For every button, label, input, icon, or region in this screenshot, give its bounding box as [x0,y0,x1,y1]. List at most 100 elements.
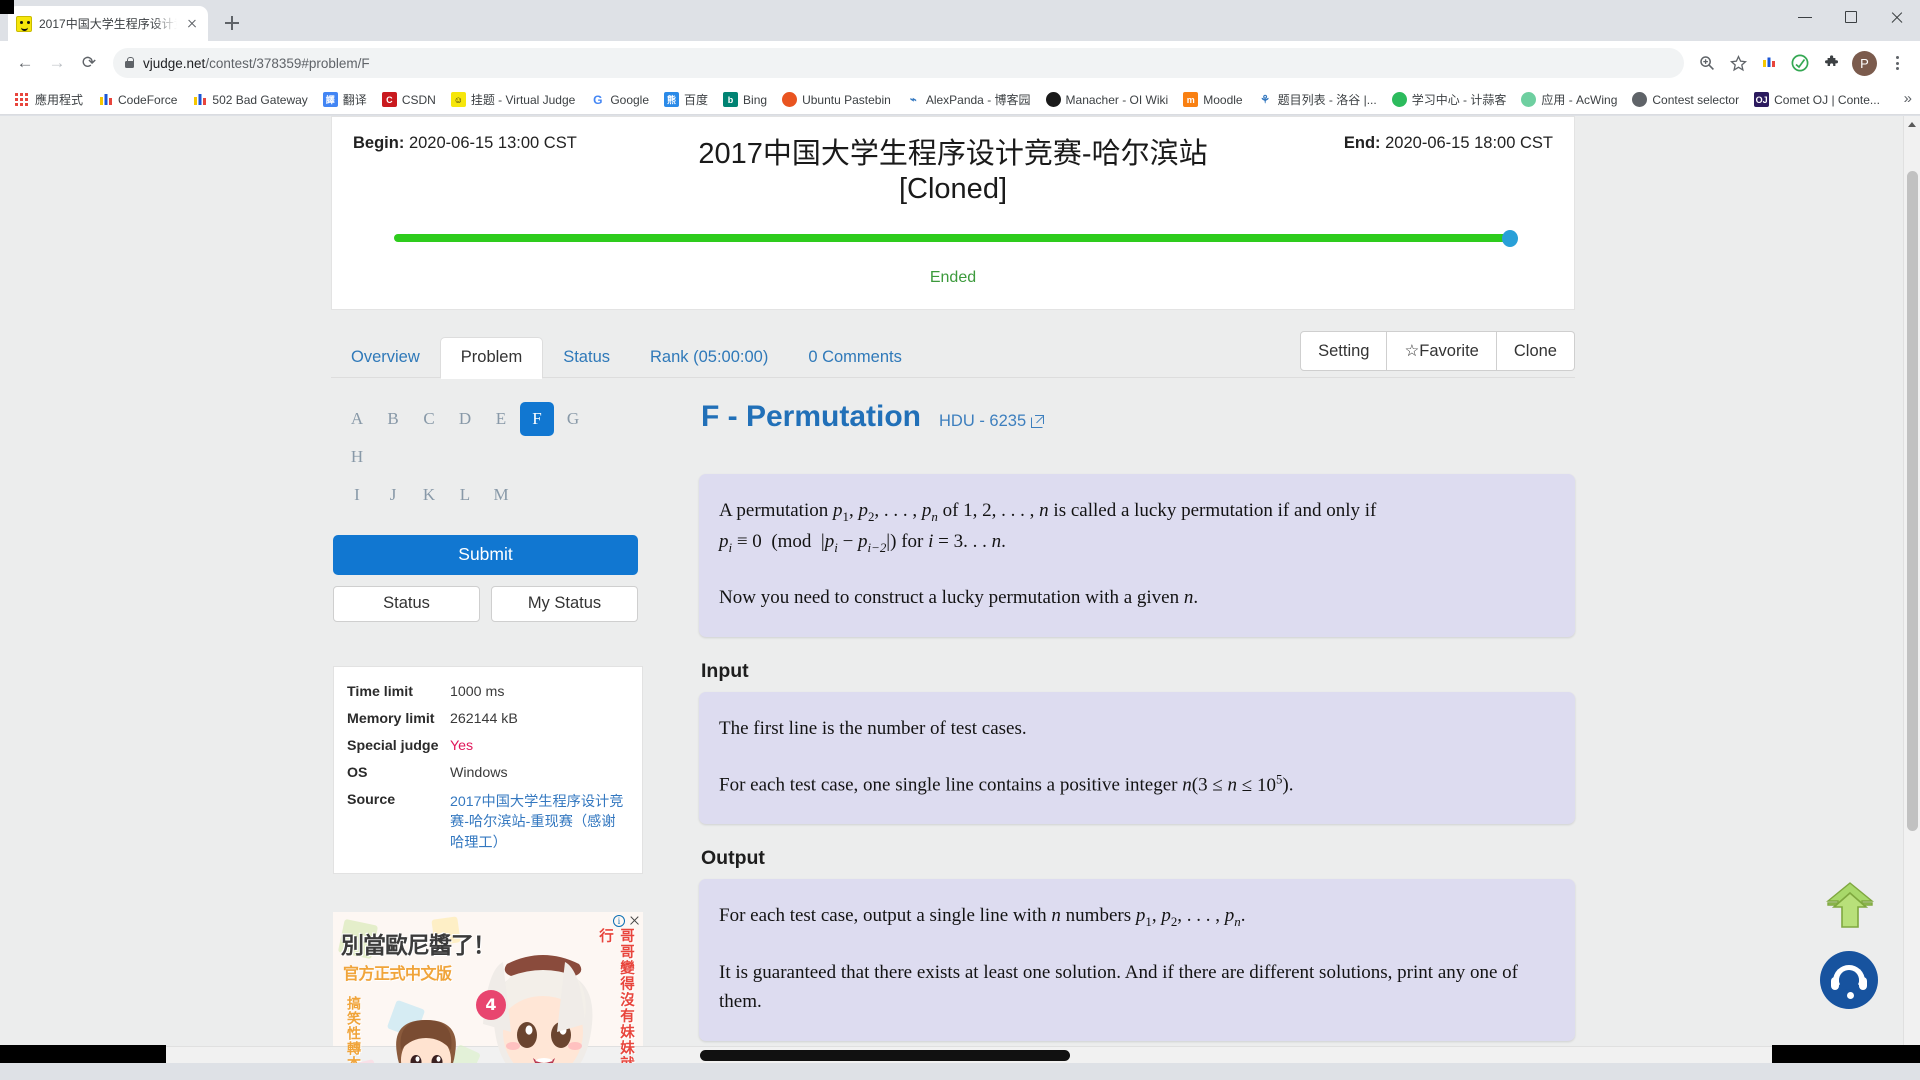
window-controls [1782,0,1920,34]
submit-button[interactable]: Submit [333,534,638,575]
zoom-icon[interactable] [1693,49,1721,77]
bookmark-star-icon[interactable] [1724,49,1752,77]
browser-menu-button[interactable] [1884,50,1910,76]
horizontal-scrollbar-thumb[interactable] [700,1050,1070,1061]
bookmark-item[interactable]: C CSDN [376,89,442,110]
problem-letter-H[interactable]: H [340,440,374,474]
vertical-scrollbar[interactable] [1903,116,1920,1063]
bookmark-item[interactable]: ☺ 挂题 - Virtual Judge [445,88,582,111]
bookmark-label: Bing [743,92,768,107]
bookmark-label: CodeForce [118,92,178,107]
bookmark-favicon-icon [1391,92,1407,107]
problem-letter-B[interactable]: B [376,402,410,436]
bookmark-item[interactable]: Manacher - OI Wiki [1040,89,1175,110]
my-status-button[interactable]: My Status [491,585,638,622]
bookmark-item[interactable]: 熊百度 [658,88,714,111]
vertical-scrollbar-thumb[interactable] [1907,171,1918,831]
window-minimize-button[interactable] [1782,0,1828,34]
bookmark-item[interactable]: OJ Comet OJ | Conte... [1748,89,1886,110]
problem-letter-A[interactable]: A [340,402,374,436]
bookmark-item[interactable]: 502 Bad Gateway [186,89,313,110]
begin-label: Begin: [353,134,405,152]
problem-letter-L[interactable]: L [448,478,482,512]
ad-close-icon[interactable] [629,915,640,926]
ad-volume-badge: 4 [476,989,506,1020]
output-paragraph-1: For each test case, output a single line… [719,905,1246,929]
favorite-button[interactable]: ☆Favorite [1387,330,1497,372]
contest-tab-problem[interactable]: Problem [439,337,544,379]
problem-info-row: Source 2017中国大学生程序设计竞赛-哈尔滨站-重现赛（感谢哈理工） [347,787,629,860]
bookmarks-overflow-button[interactable]: » [1904,90,1912,107]
new-tab-button[interactable] [218,9,246,37]
problem-info-row: Time limit 1000 ms [347,679,629,706]
problem-letter-G[interactable]: G [556,402,590,436]
advertisement[interactable]: i 別當歐尼醬了！ 官方正式中文版 搞笑性轉本第4 哥哥變得沒有妹妹就不行 4 [333,911,643,1063]
bookmark-item[interactable]: m Moodle [1177,89,1248,110]
bookmark-favicon-icon: ☺ [450,92,466,107]
contest-tab-0[interactable]: 0 Comments [788,338,922,378]
browser-tab[interactable]: 2017中国大学生程序设计竞赛-哈 [8,6,208,41]
customer-support-button[interactable] [1820,951,1878,1009]
clone-button[interactable]: Clone [1496,330,1575,372]
bookmark-item[interactable]: Contest selector [1626,89,1745,110]
horizontal-scrollbar[interactable] [0,1046,1920,1063]
contest-begin-time: Begin: 2020-06-15 13:00 CST [353,134,577,153]
problem-letter-E[interactable]: E [484,402,518,436]
ad-info-icon[interactable]: i [613,914,625,927]
back-button[interactable]: ← [10,48,40,78]
reload-button[interactable]: ⟳ [74,48,104,78]
status-button[interactable]: Status [333,585,480,622]
bookmark-favicon-icon: m [1183,92,1199,107]
problem-letter-I[interactable]: I [340,478,374,512]
bookmark-item[interactable]: Ubuntu Pastebin [776,89,897,110]
contest-nav-row: Overview Problem Status Rank (05:00:00) 0 Co… [331,330,1575,379]
profile-avatar[interactable]: P [1852,50,1877,76]
window-maximize-button[interactable] [1828,0,1874,34]
bookmark-item[interactable]: 应用 - AcWing [1515,88,1623,111]
scroll-to-top-button[interactable] [1822,879,1878,935]
problem-letter-K[interactable]: K [412,478,446,512]
scroll-to-top-icon [1826,882,1874,928]
problem-info-value: Yes [450,737,474,754]
problem-letter-C[interactable]: C [412,402,446,436]
bookmarks-bar: 應用程式 CodeForce 502 Bad Gateway 譯翻译 C CSDN ☺ 挂题 … [0,85,1920,115]
bookmark-favicon-icon: ⌁ [910,94,917,106]
problem-info-key: Time limit [347,683,413,700]
bookmark-label: 挂题 - Virtual Judge [470,93,576,107]
contest-tab-rank[interactable]: Rank (05:00:00) [630,338,788,378]
extensions-puzzle-icon[interactable] [1817,49,1845,77]
problem-source-link[interactable]: HDU - 6235 [939,411,1045,431]
address-bar[interactable]: vjudge.net/contest/378359#problem/F [113,48,1684,78]
bookmark-item[interactable]: 譯翻译 [317,88,373,111]
setting-button[interactable]: Setting [1300,330,1388,372]
bookmark-item[interactable]: b Bing [717,89,773,110]
problem-info-key: Source [347,791,396,808]
problem-letter-J[interactable]: J [376,478,410,512]
bookmark-label: Google [610,92,650,107]
bookmark-favicon-icon: C [381,92,397,107]
scroll-up-arrow[interactable] [1908,122,1916,127]
problem-info-value[interactable]: 2017中国大学生程序设计竞赛-哈尔滨站-重现赛（感谢哈理工） [450,787,629,860]
window-close-button[interactable] [1874,0,1920,34]
extension-green-icon[interactable] [1786,49,1814,77]
bookmark-item[interactable]: CodeForce [92,89,183,110]
bookmark-item[interactable]: ⚘ 题目列表 - 洛谷 |... [1252,88,1383,111]
problem-letter-F[interactable]: F [520,401,554,436]
bookmark-item[interactable]: 應用程式 [9,88,89,111]
problem-letter-D[interactable]: D [448,402,482,436]
contest-tab-overview[interactable]: Overview [331,338,440,378]
begin-value: 2020-06-15 13:00 CST [408,134,577,152]
forward-button[interactable]: → [42,48,72,78]
bookmark-favicon-icon: b [723,92,739,107]
bookmark-item[interactable]: 学习中心 - 计蒜客 [1386,88,1513,111]
problem-sidebar: ABCDEFG HIJKLM Submit Status My Status Ti… [331,400,643,1063]
bookmark-item[interactable]: G Google [584,89,655,110]
bookmark-item[interactable]: ⌁ AlexPanda - 博客园 [900,88,1037,111]
ad-badge: i [613,914,640,927]
extension-chart-icon[interactable] [1755,49,1783,77]
tab-close-icon[interactable] [184,16,200,32]
contest-title: 2017中国大学生程序设计竞赛-哈尔滨站 [Cloned] [583,137,1323,208]
contest-tab-status[interactable]: Status [543,338,630,378]
problem-source-label: HDU - 6235 [939,411,1027,430]
problem-letter-M[interactable]: M [484,478,518,512]
